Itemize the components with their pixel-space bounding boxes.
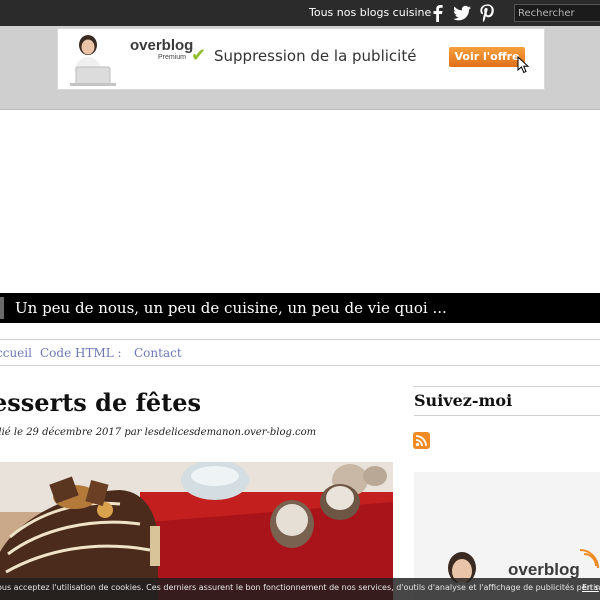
search-input[interactable] bbox=[514, 4, 600, 22]
article-meta: blié le 29 décembre 2017 par lesdelicesd… bbox=[0, 427, 317, 438]
cookie-bar: ous acceptez l'utilisation de cookies. C… bbox=[0, 578, 600, 600]
pinterest-icon[interactable] bbox=[477, 3, 497, 23]
cookie-notice-text: ous acceptez l'utilisation de cookies. C… bbox=[0, 583, 600, 592]
promo-text: Suppression de la publicité bbox=[214, 47, 417, 65]
sidebar-divider-top bbox=[414, 386, 600, 387]
premium-label: Premium bbox=[158, 54, 187, 61]
nav-item-code-html[interactable]: Code HTML : bbox=[40, 346, 122, 360]
nav-item-accueil[interactable]: ccueil bbox=[0, 346, 32, 360]
twitter-icon[interactable] bbox=[452, 3, 472, 23]
nav-divider-top bbox=[0, 339, 600, 340]
promo-band: overblog Premium ✔ Suppression de la pub… bbox=[0, 26, 600, 110]
cursor-icon bbox=[517, 56, 530, 74]
article-title[interactable]: esserts de fêtes bbox=[0, 388, 201, 417]
sidebar-divider-bottom bbox=[414, 415, 600, 416]
top-bar: Tous nos blogs cuisine bbox=[0, 0, 600, 26]
facebook-icon[interactable] bbox=[428, 3, 448, 23]
cookie-more-link[interactable]: En s bbox=[582, 583, 599, 592]
nav-divider-bottom bbox=[0, 365, 600, 366]
overblog-logo-text: overblog bbox=[130, 37, 194, 54]
blogs-cuisine-link[interactable]: Tous nos blogs cuisine bbox=[309, 6, 431, 19]
nav-item-contact[interactable]: Contact bbox=[134, 346, 182, 360]
overblog-premium-logo: overblog Premium bbox=[130, 37, 194, 61]
blog-tagline: Un peu de nous, un peu de cuisine, un pe… bbox=[15, 299, 447, 317]
voir-offre-button[interactable]: Voir l'offre bbox=[449, 47, 525, 67]
premium-banner[interactable]: overblog Premium ✔ Suppression de la pub… bbox=[57, 28, 545, 90]
sidebar-title: Suivez-moi bbox=[414, 391, 513, 410]
tagline-accent bbox=[0, 297, 4, 319]
check-icon: ✔ bbox=[191, 45, 207, 66]
rss-icon[interactable] bbox=[413, 432, 430, 449]
blog-tagline-bar: Un peu de nous, un peu de cuisine, un pe… bbox=[0, 293, 600, 323]
sidebar-overblog-logo: overblog bbox=[508, 560, 580, 579]
woman-laptop-illustration bbox=[70, 35, 116, 86]
